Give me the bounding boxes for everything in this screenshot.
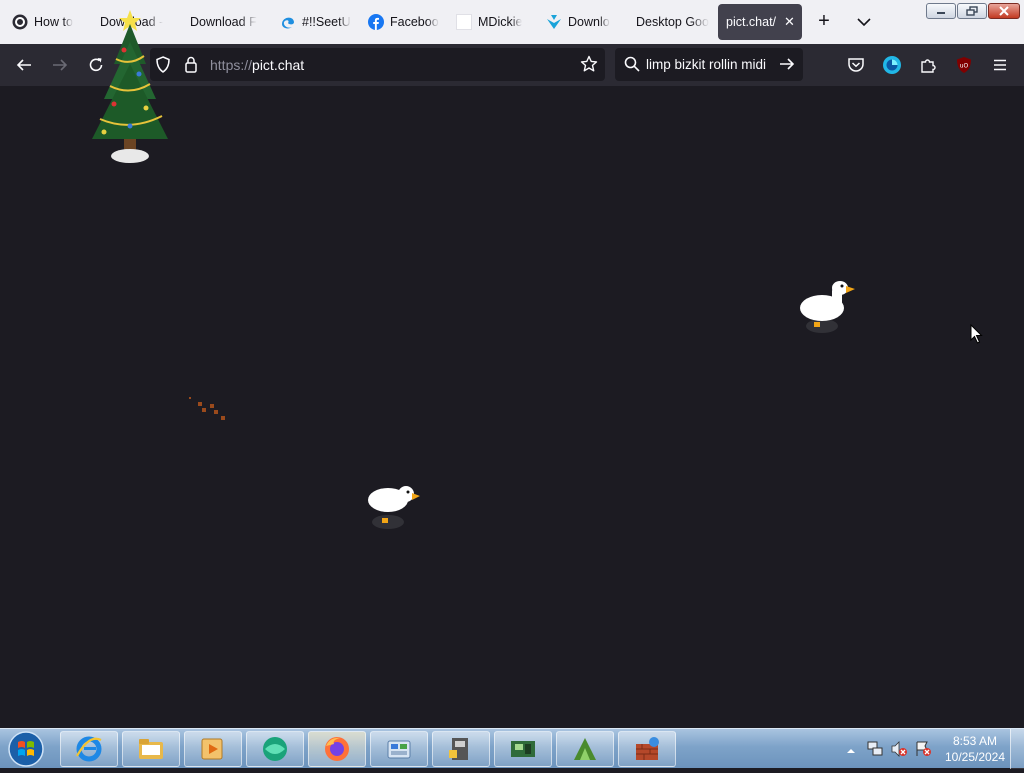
minimize-button[interactable]	[926, 3, 956, 19]
url-text[interactable]: https://pict.chat	[210, 57, 304, 73]
arrow-right-icon	[53, 59, 68, 71]
edge-icon	[280, 14, 296, 30]
taskbar-control-panel[interactable]	[370, 731, 428, 767]
clock-date: 10/25/2024	[944, 750, 1006, 764]
url-protocol: https://	[210, 57, 253, 73]
green-app-icon	[574, 738, 596, 760]
search-input[interactable]: limp bizkit rollin midi	[646, 57, 766, 72]
tab-facebook[interactable]: Faceboo	[360, 4, 444, 40]
new-tab-button[interactable]: +	[812, 10, 836, 34]
internet-explorer-icon	[76, 736, 102, 762]
search-go-arrow-icon[interactable]	[779, 56, 795, 77]
tab-label: MDickie	[478, 15, 523, 29]
clock-time: 8:53 AM	[952, 734, 998, 748]
start-button[interactable]	[6, 730, 46, 768]
taskbar-internet-explorer[interactable]	[60, 731, 118, 767]
network-icon[interactable]	[866, 740, 884, 763]
taskbar-bricks-app[interactable]	[618, 731, 676, 767]
arrow-left-icon	[16, 59, 31, 71]
tab-label: Download F	[190, 15, 257, 29]
restore-icon	[966, 6, 978, 16]
list-all-tabs-button[interactable]	[852, 12, 876, 32]
blank-page-icon	[456, 14, 472, 30]
back-button[interactable]	[12, 53, 36, 77]
mouse-cursor-icon	[970, 323, 984, 344]
media-player-icon	[201, 738, 223, 760]
taskbar: 8:53 AM 10/25/2024	[0, 728, 1024, 769]
pc-board-app-icon	[511, 741, 535, 757]
christmas-tree-icon	[84, 4, 176, 168]
app-menu-button[interactable]	[988, 53, 1012, 77]
page-content	[0, 86, 1024, 728]
ublock-origin-icon: uO	[957, 57, 971, 73]
tab-label: #!!SeetU	[302, 15, 351, 29]
restore-button[interactable]	[957, 3, 987, 19]
tab-label: Desktop Goo	[636, 15, 709, 29]
close-window-button[interactable]	[988, 3, 1020, 19]
taskbar-media-player[interactable]	[184, 731, 242, 767]
facebook-icon	[368, 14, 384, 30]
tab-label: How to	[34, 15, 73, 29]
account-avatar-icon	[883, 56, 901, 74]
chevron-down-icon	[857, 18, 871, 27]
lock-icon[interactable]	[184, 56, 198, 78]
volume-muted-icon[interactable]	[890, 740, 908, 763]
tab-how-to[interactable]: How to	[4, 4, 86, 40]
taskbar-green-globe[interactable]	[246, 731, 304, 767]
close-icon	[999, 6, 1009, 16]
address-bar[interactable]: https://pict.chat	[150, 48, 605, 81]
bricks-app-icon	[636, 737, 659, 760]
game-app-icon	[449, 738, 468, 760]
puzzle-piece-icon	[921, 59, 936, 73]
forward-button[interactable]	[48, 53, 72, 77]
close-tab-icon[interactable]: ✕	[784, 14, 795, 30]
url-host: pict.chat	[252, 57, 305, 73]
firefox-icon	[325, 737, 349, 761]
tab-label: Faceboo	[390, 15, 439, 29]
tab-download-2[interactable]: Download F	[182, 4, 266, 40]
search-icon	[624, 56, 640, 77]
download-arrow-icon	[546, 14, 562, 30]
show-hidden-icons-icon[interactable]	[846, 743, 856, 761]
tab-desktop-goose[interactable]: Desktop Goo	[628, 4, 712, 40]
taskbar-file-explorer[interactable]	[122, 731, 180, 767]
taskbar-firefox[interactable]	[308, 731, 366, 767]
ublock-origin-button[interactable]: uO	[952, 53, 976, 77]
svg-text:uO: uO	[960, 63, 969, 70]
green-globe-icon	[263, 737, 287, 761]
tab-pict-chat[interactable]: pict.chat/ ✕	[718, 4, 802, 40]
pocket-button[interactable]	[844, 53, 868, 77]
firefox-account-button[interactable]	[880, 53, 904, 77]
hamburger-menu-icon	[994, 59, 1006, 71]
tab-download-3[interactable]: Downlo	[538, 4, 618, 40]
tab-label: Downlo	[568, 15, 610, 29]
taskbar-green-app[interactable]	[556, 731, 614, 767]
tab-seetu[interactable]: #!!SeetU	[272, 4, 356, 40]
pocket-icon	[848, 58, 864, 72]
search-bar[interactable]: limp bizkit rollin midi	[615, 48, 803, 81]
taskbar-game-app[interactable]	[432, 731, 490, 767]
taskbar-pc-board-app[interactable]	[494, 731, 552, 767]
taskbar-clock[interactable]: 8:53 AM 10/25/2024	[930, 733, 1020, 765]
minimize-icon	[937, 12, 945, 14]
obs-icon	[12, 14, 28, 30]
footprints-icon	[186, 394, 230, 424]
bookmark-star-icon[interactable]	[580, 55, 598, 78]
goose-icon	[364, 480, 424, 534]
windows-logo-icon	[8, 731, 44, 767]
tab-label: pict.chat/	[726, 15, 777, 29]
extensions-button[interactable]	[916, 53, 940, 77]
show-desktop-button[interactable]	[1010, 729, 1024, 769]
file-explorer-icon	[139, 739, 163, 759]
tab-mdickie[interactable]: MDickie	[448, 4, 532, 40]
control-panel-icon	[387, 740, 411, 759]
goose-icon	[798, 278, 858, 336]
